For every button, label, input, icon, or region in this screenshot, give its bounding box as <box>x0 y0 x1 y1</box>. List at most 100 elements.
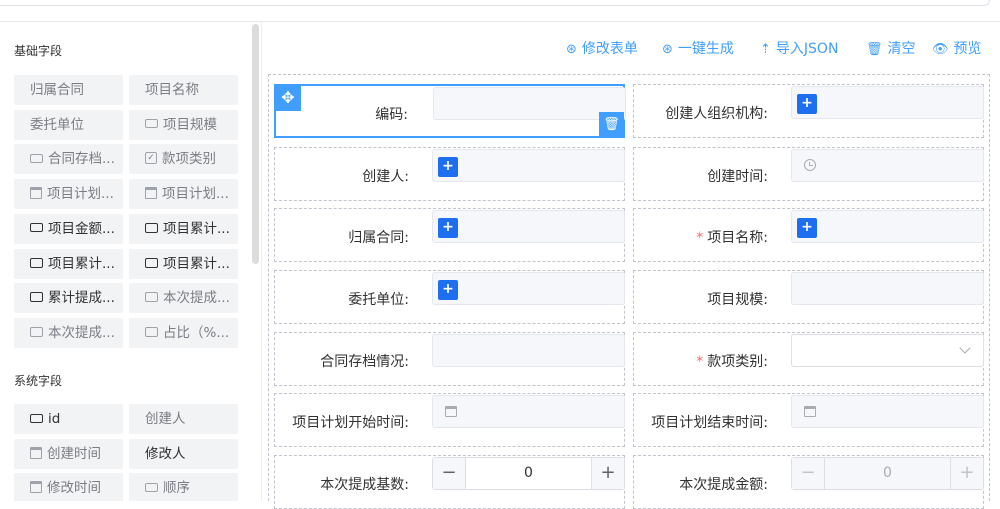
payment-type-label: * 款项类别: <box>696 351 768 371</box>
commission-amount-stepper: − 0 + <box>791 457 984 490</box>
one-click-generate-button[interactable]: ⊛ 一键生成 <box>662 38 734 58</box>
field-chip[interactable]: id <box>14 404 123 434</box>
scale-input[interactable] <box>791 272 984 305</box>
input-icon <box>145 482 158 492</box>
field-chip[interactable]: 本次提成... <box>14 317 123 348</box>
field-chip[interactable]: 委托单位 <box>14 109 123 140</box>
creator-selector[interactable]: + <box>432 149 625 182</box>
decrement-button[interactable]: − <box>433 458 466 489</box>
decrement-button: − <box>792 458 825 489</box>
field-chip[interactable]: 占比（%... <box>129 317 238 348</box>
textarea-icon <box>145 326 158 337</box>
field-chip-label: 本次提成... <box>48 324 115 341</box>
field-chip[interactable]: 本次提成... <box>129 283 238 314</box>
field-chip[interactable]: 归属合同 <box>14 75 123 105</box>
add-icon[interactable]: + <box>797 218 817 238</box>
field-chip[interactable]: 修改人 <box>129 438 238 469</box>
drag-move-icon[interactable]: ✥ <box>275 85 301 111</box>
field-chip[interactable]: 项目累计... <box>129 248 238 279</box>
preview-button[interactable]: 👁 预览 <box>932 38 982 58</box>
plan-start-date-picker[interactable] <box>432 395 625 428</box>
form-item-code[interactable]: ✥ 编码: 🗑 <box>274 84 626 138</box>
form-item-creator-org[interactable]: 创建人组织机构: + <box>633 84 984 138</box>
plan-start-label: 项目计划开始时间: <box>292 415 409 431</box>
textarea-icon <box>145 222 158 233</box>
clear-button[interactable]: 🗑 清空 <box>866 38 916 58</box>
field-chip[interactable]: 顺序 <box>129 473 238 501</box>
form-item-plan-end[interactable]: 项目计划结束时间: <box>633 393 984 447</box>
scale-label: 项目规模: <box>707 292 768 308</box>
field-chip-label: id <box>48 411 61 427</box>
commission-base-label: 本次提成基数: <box>320 477 409 493</box>
date-icon <box>30 481 42 494</box>
textarea-icon <box>145 292 158 303</box>
form-item-creator[interactable]: 创建人: + <box>274 147 625 201</box>
field-chip-label: 累计提成... <box>48 290 115 307</box>
field-chip[interactable]: 创建人 <box>129 404 238 434</box>
archive-input[interactable] <box>432 334 625 367</box>
add-icon[interactable]: + <box>797 94 817 114</box>
textarea-icon <box>30 326 43 337</box>
field-palette-sidebar: 基础字段 归属合同 项目名称 委托单位 项目规模 合同存档... ✓ 款项类别 项目计划...… <box>0 22 262 501</box>
field-chip[interactable]: ✓ 款项类别 <box>129 144 238 175</box>
clock-icon <box>804 159 816 171</box>
field-chip-label: 项目累计... <box>163 220 230 237</box>
form-item-payment-type[interactable]: * 款项类别: <box>633 332 984 386</box>
calendar-icon <box>804 406 816 417</box>
date-icon <box>30 446 42 459</box>
field-chip[interactable]: 累计提成... <box>14 283 123 314</box>
import-json-button[interactable]: ⇡ 导入JSON <box>760 38 838 58</box>
increment-button[interactable]: + <box>591 458 624 489</box>
field-chip-label: 项目累计... <box>48 255 115 272</box>
commission-base-stepper[interactable]: − 0 + <box>432 457 625 490</box>
field-chip[interactable]: 项目累计... <box>129 213 238 244</box>
settings-icon: ⊛ <box>566 42 577 57</box>
field-chip[interactable]: 项目计划... <box>14 179 123 210</box>
add-icon[interactable]: + <box>438 218 458 238</box>
form-canvas[interactable]: ✥ 编码: 🗑 创建人组织机构: + 创建人: + 创建时间: 归属合同: + … <box>268 74 990 509</box>
form-item-client[interactable]: 委托单位: + <box>274 270 625 324</box>
form-item-scale[interactable]: 项目规模: <box>633 270 984 324</box>
create-time-picker[interactable] <box>791 149 984 182</box>
textarea-icon <box>30 292 43 303</box>
form-item-create-time[interactable]: 创建时间: <box>633 147 984 201</box>
create-time-label: 创建时间: <box>707 169 768 185</box>
field-chip[interactable]: 项目金额... <box>14 213 123 244</box>
code-input[interactable] <box>433 87 626 120</box>
basic-fields-title: 基础字段 <box>14 44 63 58</box>
contract-label: 归属合同: <box>348 230 409 246</box>
trash-icon: 🗑 <box>866 42 883 57</box>
payment-type-select[interactable] <box>791 334 984 367</box>
client-selector[interactable]: + <box>432 272 625 305</box>
contract-selector[interactable]: + <box>432 210 625 243</box>
plan-end-label: 项目计划结束时间: <box>651 415 768 431</box>
field-chip-label: 委托单位 <box>30 116 84 133</box>
field-chip[interactable]: 项目规模 <box>129 109 238 140</box>
field-chip[interactable]: 项目累计... <box>14 248 123 279</box>
input-icon <box>30 223 43 233</box>
field-chip[interactable]: 合同存档... <box>14 144 123 175</box>
required-mark: * <box>696 230 704 246</box>
project-name-selector[interactable]: + <box>791 210 984 243</box>
chevron-down-icon <box>959 342 971 354</box>
field-chip[interactable]: 修改时间 <box>14 473 123 501</box>
add-icon[interactable]: + <box>438 280 458 300</box>
form-item-contract[interactable]: 归属合同: + <box>274 208 625 262</box>
form-item-project-name[interactable]: * 项目名称: + <box>633 208 984 262</box>
creator-org-label: 创建人组织机构: <box>665 106 768 122</box>
field-chip[interactable]: 创建时间 <box>14 438 123 469</box>
delete-icon[interactable]: 🗑 <box>599 112 624 137</box>
form-item-archive[interactable]: 合同存档情况: <box>274 332 625 386</box>
top-strip <box>0 0 1000 22</box>
field-chip[interactable]: 项目名称 <box>129 75 238 105</box>
field-chip[interactable]: 项目计划... <box>129 179 238 210</box>
commission-base-value[interactable]: 0 <box>466 458 591 489</box>
creator-org-selector[interactable]: + <box>791 86 984 119</box>
edit-form-button[interactable]: ⊛ 修改表单 <box>566 38 638 58</box>
form-item-plan-start[interactable]: 项目计划开始时间: <box>274 393 625 447</box>
plan-end-date-picker[interactable] <box>791 395 984 428</box>
creator-label: 创建人: <box>362 169 409 185</box>
add-icon[interactable]: + <box>438 157 458 177</box>
payment-type-text: 款项类别: <box>707 354 768 370</box>
sidebar-scrollbar[interactable] <box>252 24 259 264</box>
